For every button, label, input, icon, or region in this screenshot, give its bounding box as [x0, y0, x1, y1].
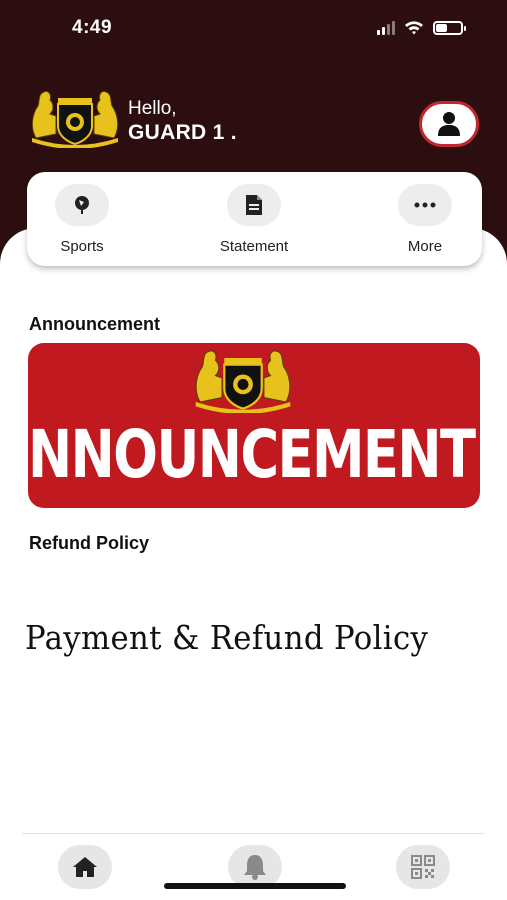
more-icon-wrap	[398, 184, 452, 226]
quick-menu: Sports Statement More	[27, 172, 482, 266]
refund-title: Refund Policy	[29, 533, 150, 553]
greeting-hello: Hello,	[128, 98, 177, 119]
banner-text: NNOUNCEMENT	[28, 416, 476, 493]
quick-menu-label: More	[407, 238, 443, 255]
quick-menu-more[interactable]: More	[370, 184, 480, 255]
document-icon	[246, 195, 262, 215]
user-name: GUARD 1 .	[128, 121, 237, 144]
quick-menu-statement[interactable]: Statement	[199, 184, 309, 255]
nav-home-button[interactable]	[58, 845, 112, 889]
home-icon	[73, 857, 97, 877]
battery-icon	[433, 20, 466, 35]
status-time: 4:49	[72, 17, 113, 38]
bottom-nav-divider	[22, 833, 485, 834]
quick-menu-sports[interactable]: Sports	[27, 184, 137, 255]
refund-policy-heading[interactable]: Payment & Refund Policy	[25, 618, 428, 657]
sports-icon-wrap	[55, 184, 109, 226]
status-icons	[377, 20, 466, 35]
announcement-title: Announcement	[29, 314, 161, 334]
status-bar: 4:49	[0, 0, 507, 60]
greeting: Hello, GUARD 1 .	[128, 98, 237, 146]
signal-icon	[377, 20, 395, 35]
profile-button[interactable]	[419, 101, 479, 147]
bell-icon	[244, 855, 266, 880]
home-indicator	[164, 883, 346, 889]
qr-code-icon	[411, 855, 435, 879]
club-crest-logo	[195, 350, 291, 413]
announcement-banner[interactable]: NNOUNCEMENT	[28, 343, 480, 508]
document-icon-wrap	[227, 184, 281, 226]
quick-menu-label: Sports	[60, 238, 104, 255]
nav-qr-button[interactable]	[396, 845, 450, 889]
user-icon	[438, 112, 460, 136]
sports-icon	[75, 196, 89, 214]
more-icon	[414, 202, 436, 208]
quick-menu-label: Statement	[219, 238, 289, 255]
wifi-icon	[405, 21, 423, 35]
club-crest-logo	[31, 91, 119, 148]
